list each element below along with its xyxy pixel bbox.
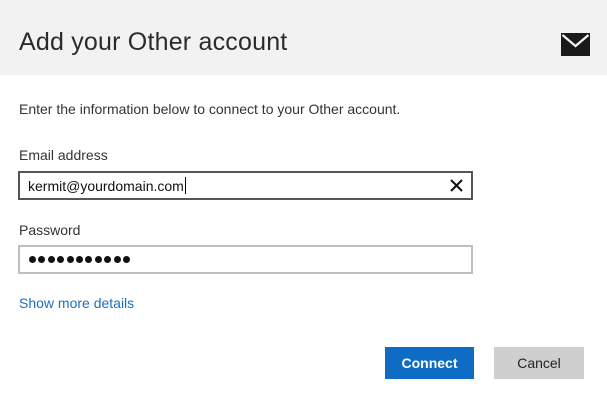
- password-label: Password: [19, 222, 81, 238]
- password-dot: [85, 256, 93, 263]
- dialog-header: Add your Other account: [0, 0, 607, 75]
- email-text: kermit@yourdomain.com: [28, 178, 184, 194]
- password-dot: [75, 256, 83, 263]
- password-field[interactable]: [18, 245, 473, 274]
- password-mask: [29, 256, 130, 263]
- intro-text: Enter the information below to connect t…: [19, 101, 401, 117]
- show-more-details-link[interactable]: Show more details: [19, 295, 134, 311]
- password-dot: [104, 256, 112, 263]
- password-dot: [66, 256, 74, 263]
- connect-button[interactable]: Connect: [385, 347, 474, 379]
- email-value: kermit@yourdomain.com: [28, 177, 186, 194]
- cancel-button[interactable]: Cancel: [494, 347, 584, 379]
- password-dot: [122, 256, 130, 263]
- add-account-dialog: Add your Other account Enter the informa…: [0, 0, 607, 397]
- close-x-icon[interactable]: [450, 179, 463, 192]
- password-dot: [94, 256, 102, 263]
- password-dot: [29, 256, 36, 263]
- email-label: Email address: [19, 147, 108, 163]
- password-dot: [113, 256, 121, 263]
- password-dot: [47, 256, 55, 263]
- dialog-title: Add your Other account: [19, 28, 288, 56]
- password-dot: [57, 256, 65, 263]
- password-dot: [38, 256, 46, 263]
- mail-envelope-icon: [561, 33, 590, 56]
- text-caret: [184, 177, 186, 194]
- email-field[interactable]: kermit@yourdomain.com: [18, 171, 473, 200]
